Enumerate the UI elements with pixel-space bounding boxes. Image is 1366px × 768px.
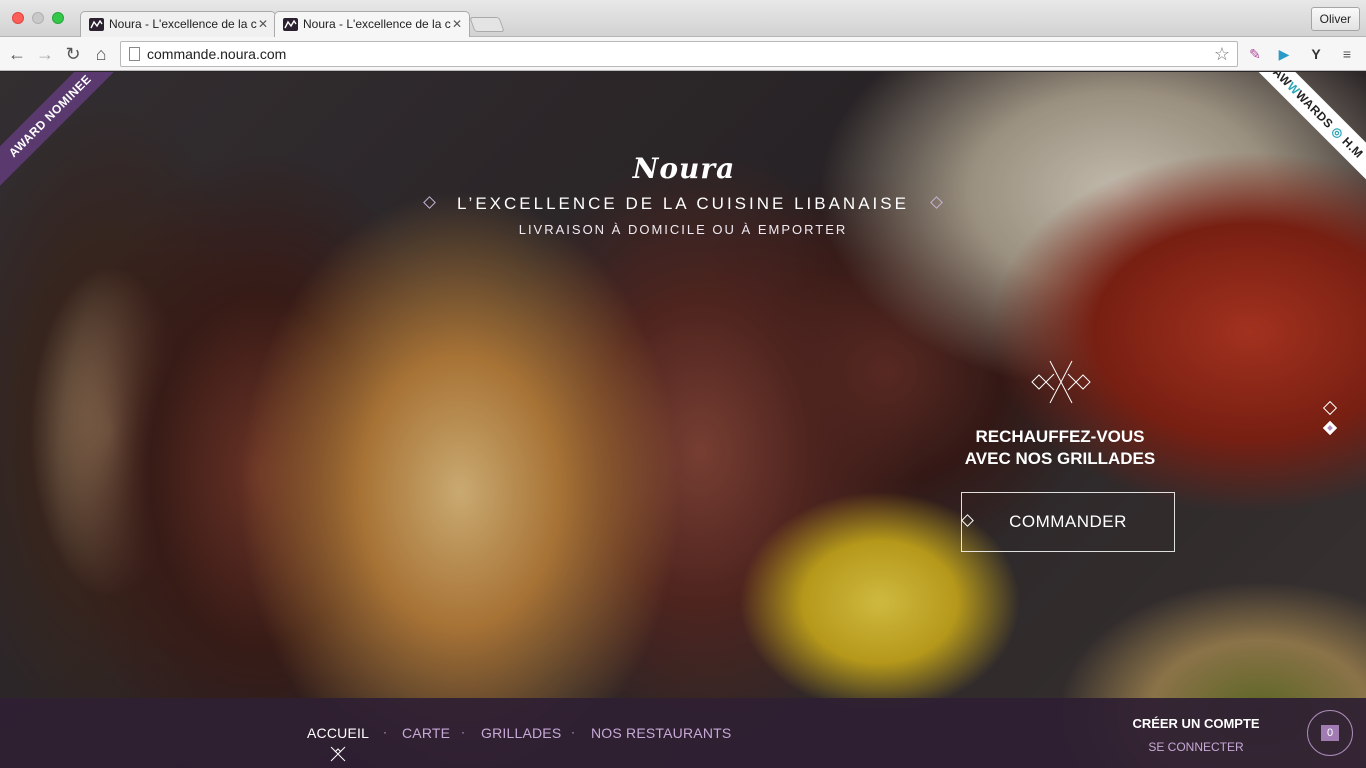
y-extension-icon[interactable]: Y bbox=[1306, 44, 1326, 64]
tab-title: Noura - L'excellence de la c bbox=[303, 17, 451, 31]
cart-button[interactable]: 0 bbox=[1307, 710, 1353, 756]
browser-tab-active[interactable]: Noura - L'excellence de la c ✕ bbox=[274, 11, 470, 37]
hero-section: AWARD NOMINEE AWWWARDS ◎ H.M Noura L’EXC… bbox=[0, 72, 1366, 768]
maximize-window-button[interactable] bbox=[52, 12, 64, 24]
promo-title: RECHAUFFEZ-VOUS AVEC NOS GRILLADES bbox=[930, 426, 1190, 470]
page-icon bbox=[129, 47, 140, 61]
tab-close-icon[interactable]: ✕ bbox=[258, 12, 268, 37]
ribbon-tail: H.M bbox=[1339, 134, 1366, 161]
back-arrow-icon[interactable]: ← bbox=[6, 43, 28, 65]
nav-separator: · bbox=[571, 725, 575, 739]
url-text[interactable]: commande.noura.com bbox=[147, 42, 286, 66]
sub-tagline: LIVRAISON À DOMICILE OU À EMPORTER bbox=[518, 222, 848, 237]
awwwards-ribbon[interactable]: AWWWARDS ◎ H.M bbox=[1246, 72, 1366, 192]
nav-item-carte[interactable]: CARTE bbox=[402, 725, 450, 741]
address-bar[interactable]: commande.noura.com ☆ bbox=[120, 41, 1238, 67]
tab-close-icon[interactable]: ✕ bbox=[452, 12, 462, 37]
nav-item-accueil[interactable]: ACCUEIL bbox=[307, 725, 369, 741]
grill-pattern-icon bbox=[1031, 360, 1091, 404]
tagline: L’EXCELLENCE DE LA CUISINE LIBANAISE bbox=[457, 194, 909, 213]
nav-item-nos-restaurants[interactable]: NOS RESTAURANTS bbox=[591, 725, 731, 741]
noura-favicon-icon bbox=[89, 18, 104, 31]
star-icon[interactable]: ☆ bbox=[1214, 42, 1230, 66]
nav-item-grillades[interactable]: GRILLADES bbox=[481, 725, 561, 741]
eyedropper-extension-icon[interactable]: ✎ bbox=[1245, 44, 1265, 64]
browser-tab-strip: Noura - L'excellence de la c ✕ Noura - L… bbox=[0, 0, 1366, 37]
create-account-link[interactable]: CRÉER UN COMPTE bbox=[1120, 716, 1272, 731]
tab-title: Noura - L'excellence de la c bbox=[109, 17, 257, 31]
ribbon-label: AWARD NOMINEE bbox=[5, 72, 95, 161]
browser-toolbar: ← → ↻ ⌂ commande.noura.com ☆ ✎ ▶ Y ≡ bbox=[0, 37, 1366, 71]
award-nominee-ribbon[interactable]: AWARD NOMINEE bbox=[0, 72, 130, 202]
promo-title-line-1: RECHAUFFEZ-VOUS bbox=[975, 427, 1145, 446]
ribbon-suffix: WARDS bbox=[1292, 87, 1337, 132]
cart-count-badge: 0 bbox=[1321, 725, 1339, 741]
logo-text: Noura bbox=[632, 152, 736, 185]
menu-icon[interactable]: ≡ bbox=[1337, 44, 1357, 64]
minimize-window-button[interactable] bbox=[32, 12, 44, 24]
active-skewer-icon bbox=[330, 746, 346, 762]
home-icon[interactable]: ⌂ bbox=[90, 43, 112, 65]
forward-arrow-icon[interactable]: → bbox=[34, 43, 56, 65]
bottom-navigation: ACCUEIL · CARTE · GRILLADES · NOS RESTAU… bbox=[0, 698, 1366, 768]
play-extension-icon[interactable]: ▶ bbox=[1274, 44, 1294, 64]
nav-separator: · bbox=[383, 725, 387, 739]
reload-icon[interactable]: ↻ bbox=[62, 43, 84, 65]
profile-button[interactable]: Oliver bbox=[1310, 7, 1360, 31]
promo-title-line-2: AVEC NOS GRILLADES bbox=[964, 449, 1156, 468]
noura-logo[interactable]: Noura bbox=[606, 152, 762, 192]
commander-button[interactable]: COMMANDER bbox=[961, 492, 1175, 552]
browser-tab[interactable]: Noura - L'excellence de la c ✕ bbox=[80, 11, 276, 37]
close-window-button[interactable] bbox=[12, 12, 24, 24]
new-tab-button[interactable] bbox=[469, 17, 505, 32]
nav-separator: · bbox=[461, 725, 465, 739]
noura-favicon-icon bbox=[283, 18, 298, 31]
login-link[interactable]: SE CONNECTER bbox=[1120, 740, 1272, 754]
